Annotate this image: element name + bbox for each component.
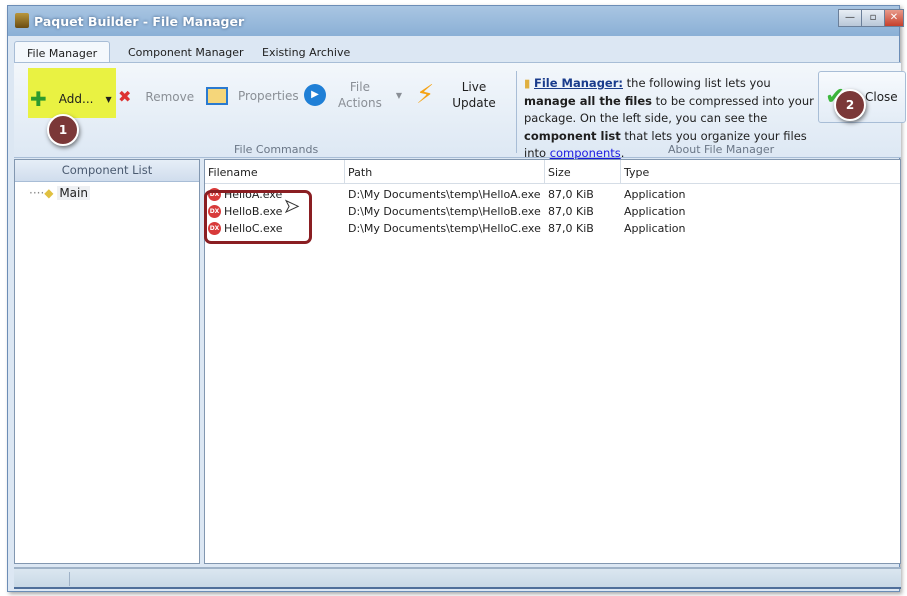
annotation-badge-2: 2 (834, 89, 866, 121)
component-list-panel: Component List ····◆ Main (14, 159, 200, 564)
main-window: Paquet Builder - File Manager — ▫ ✕ File… (7, 5, 906, 592)
minimize-button[interactable]: — (838, 9, 862, 27)
title-bar: Paquet Builder - File Manager — ▫ ✕ (8, 6, 904, 36)
window-title: Paquet Builder - File Manager (34, 14, 245, 29)
cell-type: Application (624, 188, 686, 201)
cell-size: 87,0 KiB (548, 188, 594, 201)
tree-item-main[interactable]: ····◆ Main (15, 182, 199, 200)
remove-button[interactable]: ✖ Remove (118, 87, 194, 106)
ribbon: ✚ Add... ▼ ✖ Remove Properties ▶ File Act… (14, 62, 906, 160)
status-bar (14, 567, 901, 589)
tab-component-manager[interactable]: Component Manager (116, 41, 256, 63)
properties-icon (206, 87, 228, 105)
file-actions-button[interactable]: ▶ File Actions ▼ (304, 79, 402, 111)
cell-size: 87,0 KiB (548, 205, 594, 218)
column-filename[interactable]: Filename (205, 160, 345, 183)
annotation-badge-1: 1 (47, 114, 79, 146)
cell-size: 87,0 KiB (548, 222, 594, 235)
group-label-about: About File Manager (668, 143, 775, 156)
close-window-button[interactable]: ✕ (884, 9, 904, 27)
folder-icon: ▮ (524, 76, 531, 90)
app-icon (15, 13, 29, 28)
component-list-header: Component List (15, 160, 199, 182)
cell-path: D:\My Documents\temp\HelloC.exe (348, 222, 541, 235)
properties-button[interactable]: Properties (206, 87, 299, 105)
column-type[interactable]: Type (621, 160, 900, 183)
maximize-button[interactable]: ▫ (861, 9, 885, 27)
column-size[interactable]: Size (545, 160, 621, 183)
components-link[interactable]: components (550, 146, 621, 160)
lightning-icon: ⚡ (416, 80, 435, 110)
component-icon: ◆ (44, 186, 54, 200)
group-label-file-commands: File Commands (234, 143, 319, 156)
cell-path: D:\My Documents\temp\HelloB.exe (348, 205, 541, 218)
tab-file-manager[interactable]: File Manager (14, 41, 111, 63)
column-path[interactable]: Path (345, 160, 545, 183)
remove-file-icon: ✖ (118, 87, 132, 106)
add-button[interactable]: ✚ Add... ▼ (30, 87, 112, 111)
mouse-cursor-icon: ➤ (283, 196, 300, 218)
live-update-button[interactable]: ⚡ Live Update (416, 79, 496, 111)
cell-path: D:\My Documents\temp\HelloA.exe (348, 188, 541, 201)
cell-type: Application (624, 222, 686, 235)
chevron-down-icon: ▼ (395, 90, 402, 100)
chevron-down-icon: ▼ (105, 94, 112, 104)
tab-existing-archive[interactable]: Existing Archive (250, 41, 362, 63)
cell-type: Application (624, 205, 686, 218)
add-file-icon: ✚ (30, 87, 47, 111)
divider (516, 71, 517, 153)
play-icon: ▶ (304, 84, 326, 106)
